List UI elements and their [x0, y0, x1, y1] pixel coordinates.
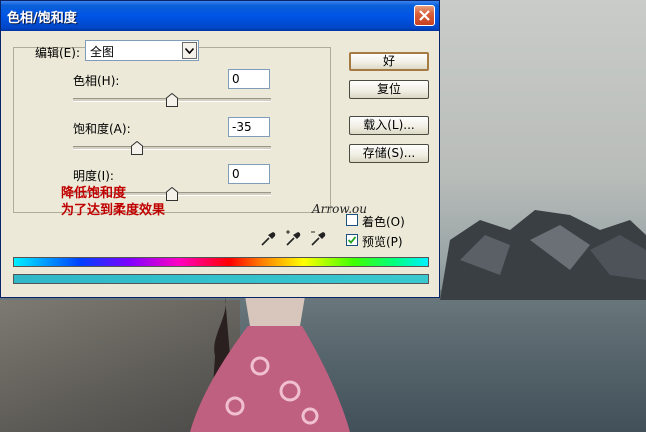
annotation-line-1: 降低饱和度 [61, 186, 127, 201]
hue-input[interactable]: 0 [228, 69, 270, 89]
edit-dropdown[interactable]: 全图 [85, 40, 199, 61]
hue-slider-thumb[interactable] [166, 93, 178, 107]
saturation-slider-track[interactable] [73, 146, 271, 150]
hue-label: 色相(H): [73, 74, 120, 88]
eyedropper-icon[interactable] [260, 229, 278, 247]
save-button[interactable]: 存储(S)... [349, 144, 429, 163]
title-bar[interactable]: 色相/饱和度 [1, 1, 439, 31]
annotation-text: 降低饱和度 为了达到柔度效果 [61, 185, 165, 219]
close-button[interactable] [414, 5, 435, 26]
watermark: Arrow.ou [312, 202, 367, 216]
eyedropper-plus-icon[interactable] [285, 229, 303, 247]
close-icon [419, 10, 430, 21]
colorize-checkbox[interactable] [346, 214, 358, 226]
colorize-label: 着色(O) [362, 215, 405, 229]
eyedropper-minus-icon[interactable] [310, 229, 328, 247]
saturation-slider-thumb[interactable] [131, 141, 143, 155]
reset-button[interactable]: 复位 [349, 80, 429, 99]
saturation-label: 饱和度(A): [73, 122, 131, 136]
saturation-input[interactable]: -35 [228, 117, 270, 137]
dialog-title: 色相/饱和度 [7, 11, 77, 26]
preview-label: 预览(P) [362, 235, 403, 249]
input-spectrum-bar [13, 257, 429, 267]
preview-checkbox[interactable] [346, 234, 358, 246]
rocks [440, 210, 646, 300]
lightness-label: 明度(I): [73, 169, 114, 183]
checkmark-icon [348, 236, 356, 244]
edit-label: 编辑(E): [35, 46, 80, 60]
ok-button[interactable]: 好 [349, 52, 429, 71]
output-spectrum-bar [13, 274, 429, 284]
edit-dropdown-value: 全图 [90, 45, 115, 59]
lightness-input[interactable]: 0 [228, 164, 270, 184]
load-button[interactable]: 载入(L)... [349, 116, 429, 135]
chevron-down-icon[interactable] [182, 42, 197, 59]
woman-figure [190, 296, 350, 432]
lightness-slider-thumb[interactable] [166, 187, 178, 201]
hue-saturation-dialog: 色相/饱和度 编辑(E): 全图 色相(H): 0 饱和度(A): -35 明度… [0, 0, 440, 298]
annotation-line-2: 为了达到柔度效果 [61, 203, 166, 218]
